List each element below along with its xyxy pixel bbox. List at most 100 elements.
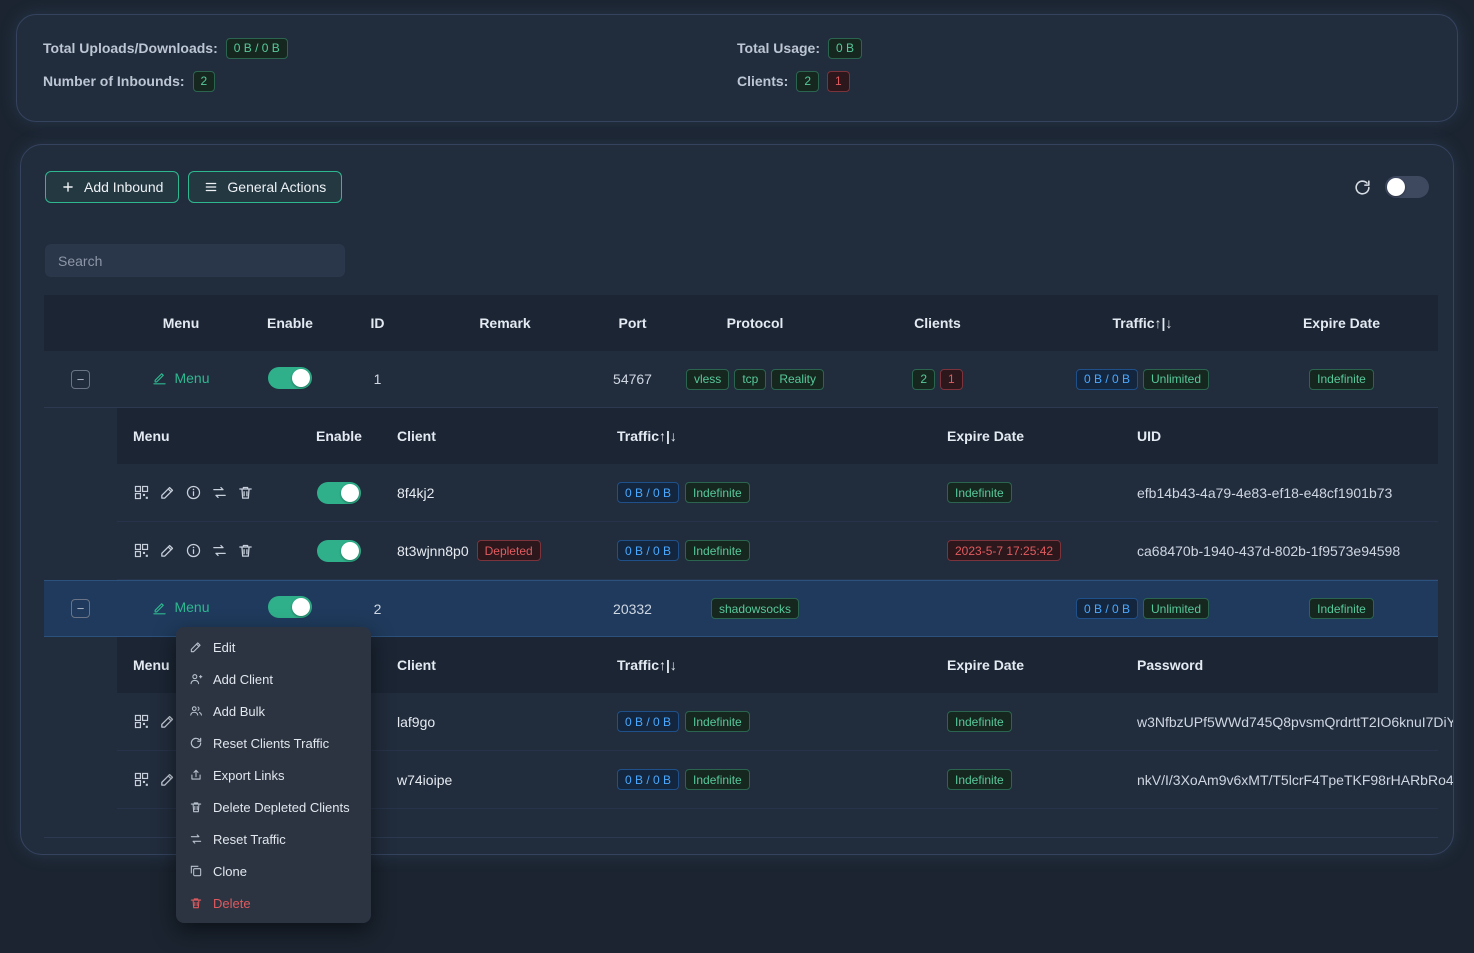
traffic-badge: 0 B / 0 B bbox=[1076, 598, 1138, 619]
inbounds-table-header: Menu Enable ID Remark Port Protocol Clie… bbox=[44, 295, 1438, 351]
stats-right-column: Total Usage: 0 B Clients: 2 1 bbox=[737, 35, 1431, 101]
total-usage-label: Total Usage: bbox=[737, 40, 820, 56]
collapse-row-button[interactable]: − bbox=[71, 599, 90, 618]
traffic-badge: 0 B / 0 B bbox=[617, 711, 679, 732]
client-traffic-badges: 0 B / 0 B Indefinite bbox=[601, 769, 931, 790]
menu-item-add-client[interactable]: Add Client bbox=[176, 663, 371, 695]
trash-icon bbox=[189, 896, 203, 910]
stats-left-column: Total Uploads/Downloads: 0 B / 0 B Numbe… bbox=[43, 35, 737, 101]
inbound-menu-label: Menu bbox=[174, 370, 209, 386]
delete-client-icon[interactable] bbox=[237, 484, 254, 501]
edit-client-icon[interactable] bbox=[159, 484, 176, 501]
inbound-menu-trigger[interactable]: Menu bbox=[152, 370, 209, 386]
traffic-total-badge: Indefinite bbox=[685, 711, 750, 732]
uploads-downloads-label: Total Uploads/Downloads: bbox=[43, 40, 218, 56]
col-header-enable: Enable bbox=[245, 315, 335, 331]
client-enable-toggle[interactable] bbox=[317, 482, 361, 504]
menu-item-export-links[interactable]: Export Links bbox=[176, 759, 371, 791]
info-icon[interactable] bbox=[185, 484, 202, 501]
traffic-total-badge: Unlimited bbox=[1143, 369, 1209, 390]
traffic-total-badge: Indefinite bbox=[685, 482, 750, 503]
search-input[interactable] bbox=[45, 244, 345, 277]
client-name: w74ioipe bbox=[397, 772, 452, 788]
reset-traffic-icon[interactable] bbox=[211, 542, 228, 559]
inbound-id: 1 bbox=[335, 371, 420, 387]
stat-clients: Clients: 2 1 bbox=[737, 68, 1431, 94]
general-actions-button[interactable]: General Actions bbox=[188, 171, 342, 203]
qr-code-icon[interactable] bbox=[133, 713, 150, 730]
clients-label: Clients: bbox=[737, 73, 788, 89]
traffic-badge: 0 B / 0 B bbox=[617, 769, 679, 790]
inbound-id: 2 bbox=[335, 601, 420, 617]
menu-item-reset-clients-traffic[interactable]: Reset Clients Traffic bbox=[176, 727, 371, 759]
menu-item-label: Reset Clients Traffic bbox=[213, 736, 329, 751]
pencil-icon bbox=[189, 640, 203, 654]
edit-client-icon[interactable] bbox=[159, 771, 176, 788]
edit-client-icon[interactable] bbox=[159, 713, 176, 730]
col-header-expire: Expire Date bbox=[1245, 315, 1438, 331]
qr-code-icon[interactable] bbox=[133, 484, 150, 501]
protocol-badge: tcp bbox=[734, 369, 766, 390]
inbounds-count-label: Number of Inbounds: bbox=[43, 73, 185, 89]
edit-icon bbox=[152, 600, 167, 615]
collapse-row-button[interactable]: − bbox=[71, 370, 90, 389]
client-traffic-badges: 0 B / 0 B Indefinite bbox=[601, 482, 931, 503]
traffic-badge: 0 B / 0 B bbox=[617, 540, 679, 561]
protocol-badge: Reality bbox=[771, 369, 824, 390]
client-name: 8f4kj2 bbox=[397, 485, 434, 501]
expire-badge: Indefinite bbox=[1309, 598, 1374, 619]
inbound-expire-badge-wrap: Indefinite bbox=[1245, 369, 1438, 390]
info-icon[interactable] bbox=[185, 542, 202, 559]
qr-code-icon[interactable] bbox=[133, 542, 150, 559]
delete-client-icon[interactable] bbox=[237, 542, 254, 559]
uploads-downloads-value-badge: 0 B / 0 B bbox=[226, 38, 288, 59]
protocol-badge: vless bbox=[686, 369, 729, 390]
col-header-traffic-sort[interactable]: Traffic↑|↓ bbox=[1040, 315, 1245, 331]
menu-item-add-bulk[interactable]: Add Bulk bbox=[176, 695, 371, 727]
client-uid: efb14b43-4a79-4e83-ef18-e48cf1901b73 bbox=[1121, 485, 1438, 501]
client-table-vless: Menu Enable Client Traffic↑|↓ Expire Dat… bbox=[117, 408, 1438, 580]
menu-item-reset-traffic[interactable]: Reset Traffic bbox=[176, 823, 371, 855]
export-icon bbox=[189, 768, 203, 782]
client-enable-toggle[interactable] bbox=[317, 540, 361, 562]
menu-item-delete-depleted-clients[interactable]: Delete Depleted Clients bbox=[176, 791, 371, 823]
clients-active-badge: 2 bbox=[912, 369, 935, 390]
menu-item-delete[interactable]: Delete bbox=[176, 887, 371, 919]
refresh-icon[interactable] bbox=[1353, 178, 1372, 197]
col-header-protocol: Protocol bbox=[675, 315, 835, 331]
inbound-port: 54767 bbox=[590, 371, 675, 387]
menu-item-label: Export Links bbox=[213, 768, 285, 783]
expire-badge: Indefinite bbox=[947, 482, 1012, 503]
client-password: w3NfbzUPf5WWd745Q8pvsmQrdrttT2IO6knuI7Di… bbox=[1121, 714, 1438, 730]
menu-item-label: Add Bulk bbox=[213, 704, 265, 719]
menu-item-label: Reset Traffic bbox=[213, 832, 286, 847]
inbound-enable-toggle[interactable] bbox=[268, 367, 312, 389]
col-header-traffic-sort[interactable]: Traffic↑|↓ bbox=[601, 428, 931, 444]
inbound-menu-trigger[interactable]: Menu bbox=[152, 599, 209, 615]
reset-traffic-icon[interactable] bbox=[211, 484, 228, 501]
stat-inbounds-count: Number of Inbounds: 2 bbox=[43, 68, 737, 94]
col-header-expire: Expire Date bbox=[931, 657, 1121, 673]
reset-icon bbox=[189, 736, 203, 750]
add-inbound-button[interactable]: Add Inbound bbox=[45, 171, 179, 203]
users-icon bbox=[189, 704, 203, 718]
col-header-traffic-sort[interactable]: Traffic↑|↓ bbox=[601, 657, 931, 673]
inbound-clients-badges: 2 1 bbox=[835, 369, 1040, 390]
expire-badge: 2023-5-7 17:25:42 bbox=[947, 540, 1061, 561]
col-header-menu: Menu bbox=[117, 428, 297, 444]
menu-item-clone[interactable]: Clone bbox=[176, 855, 371, 887]
client-name: laf9go bbox=[397, 714, 435, 730]
client-traffic-badges: 0 B / 0 B Indefinite bbox=[601, 711, 931, 732]
col-header-uid: UID bbox=[1121, 428, 1438, 444]
inbound-protocol-badges: vless tcp Reality bbox=[675, 369, 835, 390]
clients-active-badge: 2 bbox=[796, 71, 819, 92]
inbound-enable-toggle[interactable] bbox=[268, 596, 312, 618]
menu-item-edit[interactable]: Edit bbox=[176, 631, 371, 663]
menu-item-label: Delete Depleted Clients bbox=[213, 800, 350, 815]
inbound-expire-badge-wrap: Indefinite bbox=[1245, 598, 1438, 619]
theme-toggle[interactable] bbox=[1385, 176, 1429, 198]
qr-code-icon[interactable] bbox=[133, 771, 150, 788]
client-table-header: Menu Enable Client Traffic↑|↓ Expire Dat… bbox=[117, 408, 1438, 464]
edit-client-icon[interactable] bbox=[159, 542, 176, 559]
client-row: 8t3wjnn8p0 Depleted 0 B / 0 B Indefinite… bbox=[117, 522, 1438, 580]
